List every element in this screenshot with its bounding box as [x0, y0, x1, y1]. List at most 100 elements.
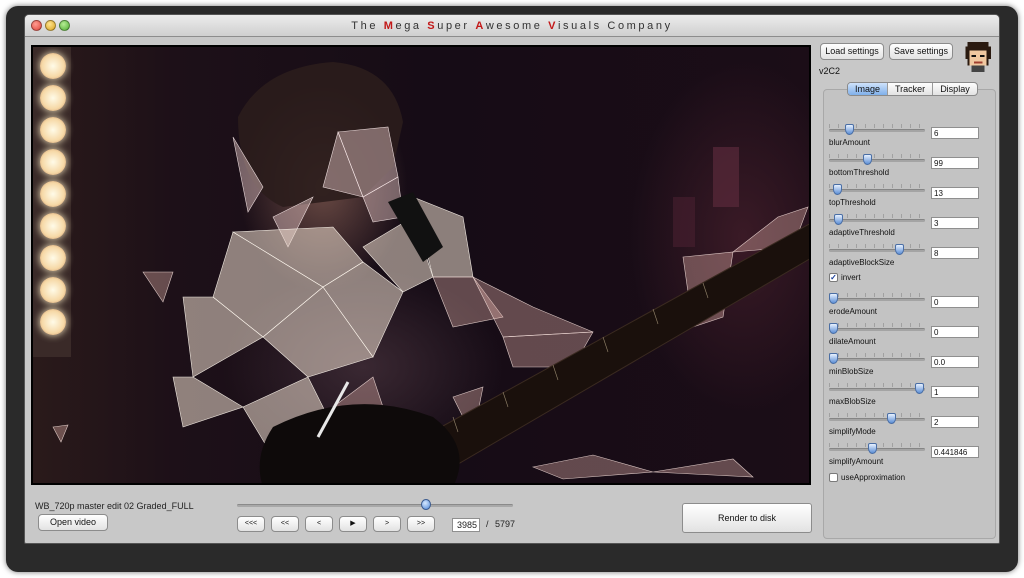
slider-thumb[interactable] [887, 413, 897, 424]
load-settings-button[interactable]: Load settings [820, 43, 884, 60]
open-video-button[interactable]: Open video [38, 514, 108, 531]
control-adaptiveThreshold: adaptiveThreshold 3 [829, 214, 989, 244]
slider-ticks [829, 184, 925, 188]
checkbox-box[interactable]: ✓ [829, 273, 838, 282]
control-label: topThreshold [829, 198, 876, 207]
frame-separator: / [486, 519, 489, 529]
step-forward-button[interactable]: > [373, 516, 401, 532]
slider-track[interactable] [829, 448, 925, 451]
pixel-avatar-icon [965, 42, 991, 72]
control-label: dilateAmount [829, 337, 876, 346]
timeline-scrubber-track[interactable] [237, 504, 513, 507]
control-label: bottomThreshold [829, 168, 890, 177]
control-simplifyMode: simplifyMode 2 [829, 413, 989, 443]
control-erodeAmount: erodeAmount 0 [829, 293, 989, 323]
control-value-field[interactable]: 1 [931, 386, 979, 398]
skip-back-far-button[interactable]: <<< [237, 516, 265, 532]
title-fragment: V [548, 20, 559, 32]
control-label: blurAmount [829, 138, 870, 147]
title-fragment: uper [437, 20, 476, 32]
control-dilateAmount: dilateAmount 0 [829, 323, 989, 353]
slider-track[interactable] [829, 388, 925, 391]
render-to-disk-button[interactable]: Render to disk [682, 503, 812, 533]
settings-tabs: Image Tracker Display [847, 82, 978, 96]
control-value-field[interactable]: 0.0 [931, 356, 979, 368]
control-label: minBlobSize [829, 367, 874, 376]
app-window: The Mega Super Awesome Visuals Company W… [24, 14, 1000, 544]
control-minBlobSize: minBlobSize 0.0 [829, 353, 989, 383]
play-button[interactable]: ▶ [339, 516, 367, 532]
control-value-field[interactable]: 99 [931, 157, 979, 169]
control-label: adaptiveBlockSize [829, 258, 895, 267]
slider-track[interactable] [829, 418, 925, 421]
skip-back-button[interactable]: << [271, 516, 299, 532]
slider-thumb[interactable] [867, 443, 877, 454]
tab-image[interactable]: Image [848, 83, 889, 95]
slider-thumb[interactable] [829, 353, 838, 364]
slider-track[interactable] [829, 358, 925, 361]
control-label: adaptiveThreshold [829, 228, 895, 237]
invert-checkbox[interactable]: ✓ invert [829, 272, 949, 284]
control-value-field[interactable]: 8 [931, 247, 979, 259]
slider-track[interactable] [829, 189, 925, 192]
title-fragment: wesome [485, 20, 549, 32]
title-fragment: isuals [558, 20, 608, 32]
title-fragment: ega [395, 20, 428, 32]
step-back-button[interactable]: < [305, 516, 333, 532]
triangulation-overlay [52, 62, 809, 483]
control-topThreshold: topThreshold 13 [829, 184, 989, 214]
slider-track[interactable] [829, 159, 925, 162]
slider-thumb[interactable] [833, 184, 843, 195]
control-label: simplifyMode [829, 427, 876, 436]
slider-track[interactable] [829, 249, 925, 252]
control-value-field[interactable]: 0 [931, 296, 979, 308]
save-settings-button[interactable]: Save settings [889, 43, 953, 60]
window-title: The Mega Super Awesome Visuals Company [25, 20, 999, 32]
slider-thumb[interactable] [895, 244, 904, 255]
slider-track[interactable] [829, 298, 925, 301]
slider-ticks [829, 293, 925, 297]
control-value-field[interactable]: 0 [931, 326, 979, 338]
timeline-scrubber-handle[interactable] [421, 499, 432, 510]
slider-thumb[interactable] [844, 124, 854, 135]
slider-thumb[interactable] [834, 214, 844, 225]
control-value-field[interactable]: 2 [931, 416, 979, 428]
slider-ticks [829, 413, 925, 417]
control-value-field[interactable]: 13 [931, 187, 979, 199]
video-preview [31, 45, 811, 485]
slider-ticks [829, 244, 925, 248]
control-value-field[interactable]: 3 [931, 217, 979, 229]
slider-thumb[interactable] [863, 154, 873, 165]
control-label: simplifyAmount [829, 457, 884, 466]
slider-track[interactable] [829, 129, 925, 132]
title-fragment: S [427, 20, 438, 32]
settings-panel: Load settings Save settings v2C2 Image T… [815, 37, 999, 543]
slider-track[interactable] [829, 219, 925, 222]
slider-ticks [829, 154, 925, 158]
slider-thumb[interactable] [829, 323, 838, 334]
title-fragment: M [383, 20, 396, 32]
control-maxBlobSize: maxBlobSize 1 [829, 383, 989, 413]
slider-thumb[interactable] [915, 383, 925, 394]
control-label: erodeAmount [829, 307, 878, 316]
control-value-field[interactable]: 0.441846 [931, 446, 979, 458]
slider-ticks [829, 124, 925, 128]
tab-tracker[interactable]: Tracker [888, 83, 934, 95]
slider-ticks [829, 214, 925, 218]
slider-track[interactable] [829, 328, 925, 331]
slider-thumb[interactable] [829, 293, 838, 304]
checkbox-box[interactable] [829, 473, 838, 482]
slider-ticks [829, 353, 925, 357]
skip-forward-button[interactable]: >> [407, 516, 435, 532]
control-blurAmount: blurAmount 6 [829, 124, 989, 154]
checkbox-label: useApproximation [841, 473, 906, 482]
control-value-field[interactable]: 6 [931, 127, 979, 139]
current-frame-field[interactable]: 3985 [452, 518, 480, 532]
title-fragment: A [475, 20, 486, 32]
slider-ticks [829, 323, 925, 327]
tab-display[interactable]: Display [933, 83, 977, 95]
use-approximation-checkbox[interactable]: useApproximation [829, 472, 949, 484]
title-fragment: The [351, 20, 384, 32]
version-label: v2C2 [819, 66, 841, 76]
slider-ticks [829, 383, 925, 387]
